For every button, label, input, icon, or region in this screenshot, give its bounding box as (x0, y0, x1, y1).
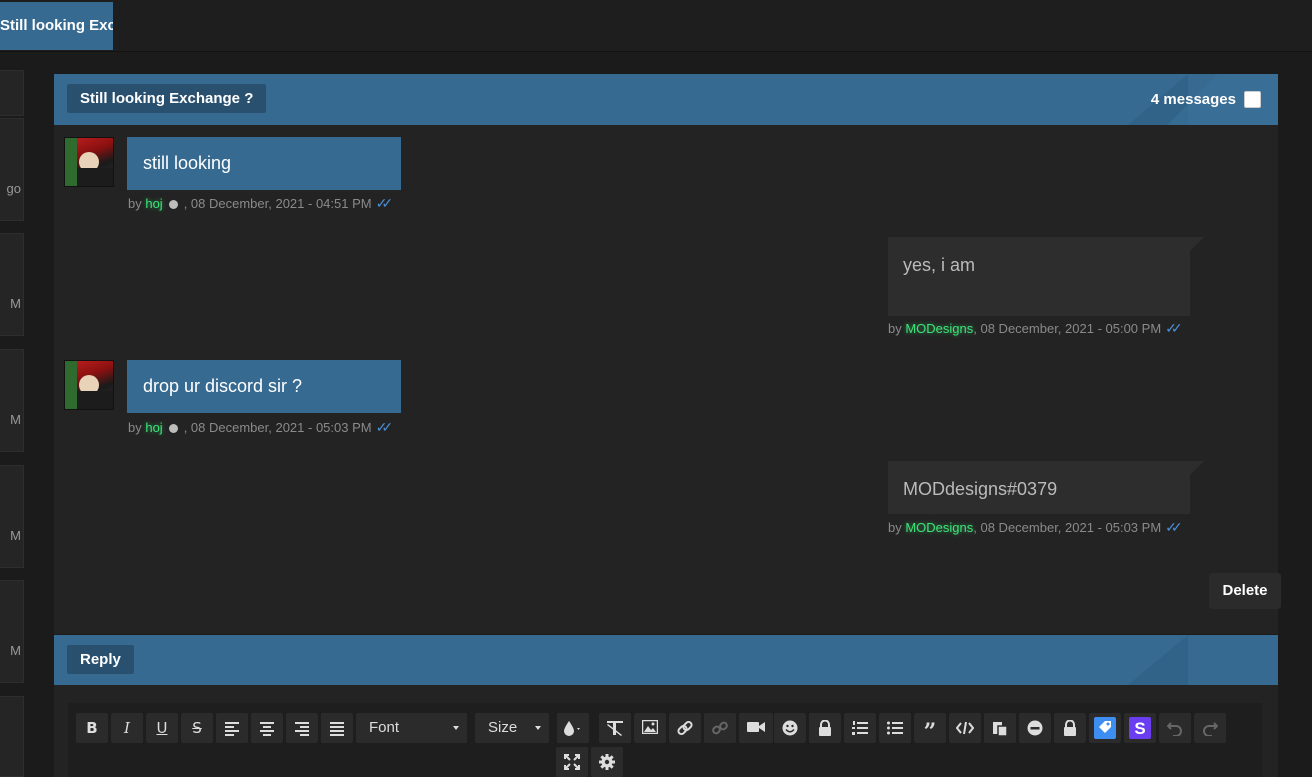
unlink-icon[interactable] (704, 713, 736, 743)
status-dot-icon (168, 200, 178, 210)
message-text: yes, i am (903, 255, 976, 275)
size-select[interactable]: Size (475, 713, 549, 743)
conversation-title: Still looking Exchange ? (67, 84, 267, 113)
message-meta: by hoj , 08 December, 2021 - 05:03 PM ✓✓ (128, 419, 394, 436)
sidebar-fragment[interactable]: M (0, 580, 24, 683)
message-date: , 08 December, 2021 - 05:03 PM (973, 520, 1162, 535)
username-link[interactable]: MODesigns (905, 321, 973, 336)
gear-icon[interactable] (591, 747, 623, 777)
sidebar-fragment[interactable]: go (0, 118, 24, 221)
sidebar-fragment-text: M (10, 296, 21, 311)
sidebar-fragment[interactable]: M (0, 465, 24, 568)
sidebar-fragment[interactable] (0, 70, 24, 116)
font-select[interactable]: Font (356, 713, 467, 743)
sidebar-fragment-text: M (10, 643, 21, 658)
bold-icon[interactable]: B (76, 713, 108, 743)
text-color-icon[interactable] (557, 713, 589, 743)
align-right-icon[interactable] (286, 713, 318, 743)
bullet-list-icon[interactable] (879, 713, 911, 743)
by-label: by (128, 420, 146, 435)
header-decoration (1128, 635, 1188, 685)
underline-icon[interactable]: U (146, 713, 178, 743)
message-date: , 08 December, 2021 - 05:00 PM (973, 321, 1162, 336)
link-icon[interactable] (669, 713, 701, 743)
font-select-label: Font (369, 719, 400, 736)
video-icon[interactable] (739, 713, 773, 743)
select-all-checkbox[interactable] (1244, 91, 1261, 108)
sidebar-fragment-text: M (10, 528, 21, 543)
message-bubble: drop ur discord sir ? (127, 360, 401, 413)
message-text: MODdesigns#0379 (903, 479, 1058, 499)
top-bar: Still looking Exchange ? (0, 0, 1312, 52)
tag-icon[interactable] (1089, 713, 1121, 743)
remove-format-icon[interactable] (599, 713, 631, 743)
conversation-tab[interactable]: Still looking Exchange ? (0, 2, 113, 50)
message-meta: by MODesigns, 08 December, 2021 - 05:03 … (888, 519, 1183, 536)
italic-icon[interactable]: I (111, 713, 143, 743)
code-icon[interactable] (949, 713, 981, 743)
message-bubble: still looking (127, 137, 401, 190)
message-bubble: MODdesigns#0379 (888, 461, 1204, 514)
undo-icon[interactable] (1159, 713, 1191, 743)
sidebar-fragment[interactable]: M (0, 349, 24, 452)
align-center-icon[interactable] (251, 713, 283, 743)
read-ticks-icon: ✓✓ (375, 419, 394, 435)
ordered-list-icon[interactable] (844, 713, 876, 743)
svg-text:S: S (1134, 719, 1145, 738)
sidebar-fragment[interactable]: M (0, 233, 24, 336)
username-link[interactable]: MODesigns (905, 520, 973, 535)
align-left-icon[interactable] (216, 713, 248, 743)
minus-circle-icon[interactable] (1019, 713, 1051, 743)
message-date: , 08 December, 2021 - 05:03 PM (183, 420, 372, 435)
message-bubble: yes, i am (888, 237, 1204, 316)
by-label: by (888, 321, 906, 336)
avatar-decoration (65, 138, 77, 186)
message-date: , 08 December, 2021 - 04:51 PM (183, 196, 372, 211)
emoji-icon[interactable] (774, 713, 806, 743)
lock-icon[interactable] (1054, 713, 1086, 743)
chevron-down-icon (453, 726, 459, 730)
username-link[interactable]: hoj (145, 196, 162, 211)
read-ticks-icon: ✓✓ (1165, 320, 1183, 336)
conversation-header: Still looking Exchange ? 4 messages (54, 74, 1278, 125)
align-justify-icon[interactable] (321, 713, 353, 743)
image-icon[interactable] (634, 713, 666, 743)
redo-icon[interactable] (1194, 713, 1226, 743)
sidebar-fragment[interactable] (0, 696, 24, 777)
paste-icon[interactable] (984, 713, 1016, 743)
read-ticks-icon: ✓✓ (375, 195, 394, 211)
quote-icon[interactable]: ” (914, 713, 946, 745)
size-select-label: Size (488, 719, 518, 736)
reply-header: Reply (54, 635, 1278, 685)
sidebar-fragment-text: M (10, 412, 21, 427)
read-ticks-icon: ✓✓ (1165, 519, 1183, 535)
user-avatar[interactable] (64, 360, 114, 410)
delete-button[interactable]: Delete (1209, 573, 1281, 609)
strikethrough-icon[interactable]: S (181, 713, 213, 743)
reply-title: Reply (67, 645, 134, 674)
avatar-decoration (65, 361, 77, 409)
by-label: by (128, 196, 146, 211)
lock-icon[interactable] (809, 713, 841, 743)
sidebar-fragment-text: go (6, 181, 21, 196)
status-dot-icon (168, 424, 178, 434)
chevron-down-icon (535, 726, 541, 730)
username-link[interactable]: hoj (145, 420, 162, 435)
s-brand-icon[interactable]: S (1124, 713, 1156, 743)
user-avatar[interactable] (64, 137, 114, 187)
message-meta: by MODesigns, 08 December, 2021 - 05:00 … (888, 320, 1183, 337)
message-meta: by hoj , 08 December, 2021 - 04:51 PM ✓✓ (128, 195, 394, 212)
message-count: 4 messages (1150, 91, 1236, 108)
fullscreen-icon[interactable] (556, 747, 588, 777)
by-label: by (888, 520, 906, 535)
